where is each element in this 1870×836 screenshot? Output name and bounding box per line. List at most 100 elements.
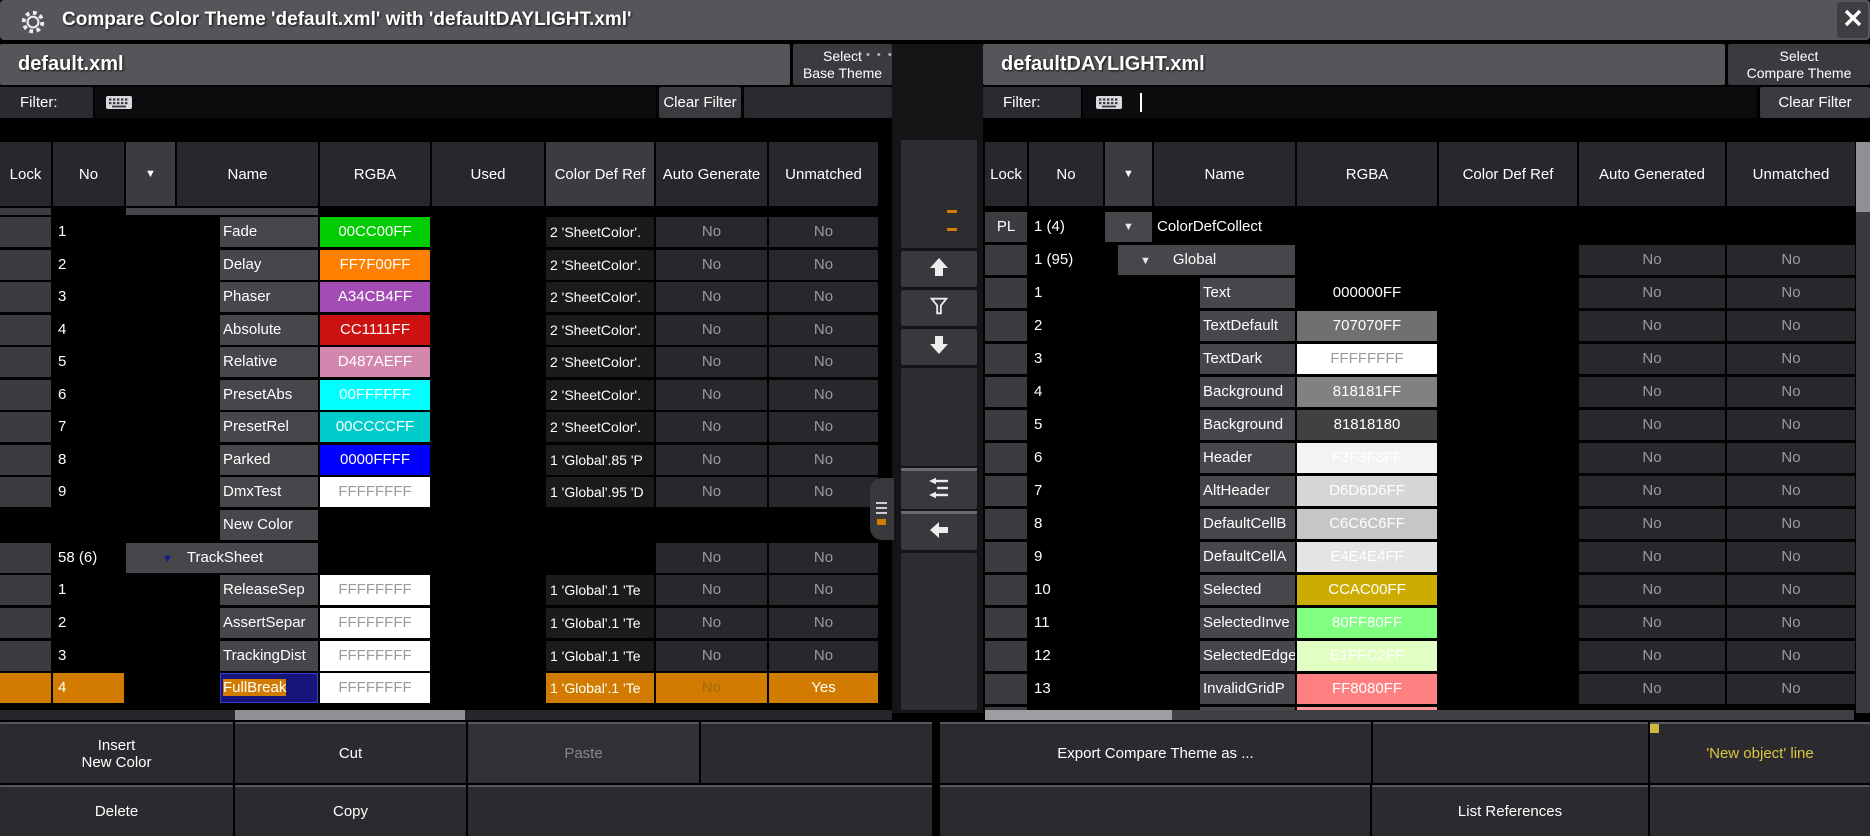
auto-generated-cell[interactable]: No	[1579, 476, 1725, 506]
color-def-ref-cell[interactable]: 2 'SheetColor'.	[546, 315, 654, 345]
auto-generated-cell[interactable]: No	[1579, 410, 1725, 440]
name-cell[interactable]: Phaser	[220, 282, 318, 312]
unmatched-cell[interactable]: No	[1727, 674, 1855, 704]
compare-vscrollbar-thumb[interactable]	[1856, 142, 1870, 212]
paste-button[interactable]: Paste	[468, 722, 699, 783]
lock-cell[interactable]	[985, 674, 1027, 704]
rgba-cell[interactable]: D487AEFF	[320, 347, 430, 377]
compare-col-autogenerated[interactable]: Auto Generated	[1579, 142, 1725, 206]
rgba-cell[interactable]: 818181FF	[1297, 377, 1437, 407]
name-cell[interactable]: Selected	[1200, 575, 1295, 605]
auto-generated-cell[interactable]: No	[656, 641, 767, 671]
rgba-cell[interactable]: CC1111FF	[320, 315, 430, 345]
base-col-no[interactable]: No	[53, 142, 124, 206]
auto-generated-cell[interactable]: No	[656, 543, 767, 573]
new-color-row[interactable]: New Color	[220, 510, 318, 540]
filter-button[interactable]	[901, 290, 977, 326]
name-cell[interactable]: ReleaseSep	[220, 575, 318, 605]
move-up-button[interactable]	[901, 251, 977, 287]
lock-cell[interactable]	[0, 673, 51, 703]
lock-cell[interactable]	[985, 377, 1027, 407]
lock-cell[interactable]	[985, 608, 1027, 638]
name-cell[interactable]: SelectedInve	[1200, 608, 1295, 638]
base-col-lock[interactable]: Lock	[0, 142, 51, 206]
unmatched-cell[interactable]: No	[769, 477, 878, 507]
rgba-cell[interactable]: 81818180	[1297, 410, 1437, 440]
unmatched-cell[interactable]: No	[769, 641, 878, 671]
unmatched-cell[interactable]: No	[1727, 443, 1855, 473]
name-cell[interactable]: TrackingDist	[220, 641, 318, 671]
rgba-cell[interactable]: F3F3F3FF	[1297, 443, 1437, 473]
rgba-cell[interactable]: FFFFFFFF	[1297, 344, 1437, 374]
base-col-filter-dropdown[interactable]: ▼	[126, 142, 175, 206]
rgba-cell[interactable]: FFFFFFFF	[320, 608, 430, 638]
auto-generated-cell[interactable]: No	[1579, 542, 1725, 572]
unmatched-cell[interactable]: No	[769, 543, 878, 573]
auto-generated-cell[interactable]: No	[656, 347, 767, 377]
compare-col-colordefref[interactable]: Color Def Ref	[1439, 142, 1577, 206]
base-col-rgba[interactable]: RGBA	[320, 142, 430, 206]
close-button[interactable]	[1837, 2, 1868, 38]
group-row-global[interactable]: ▼Global	[1118, 245, 1295, 275]
new-object-line-button[interactable]: 'New object' line	[1650, 722, 1870, 783]
list-references-button[interactable]: List References	[1372, 785, 1648, 836]
rgba-cell[interactable]: E4E4E4FF	[1297, 542, 1437, 572]
rgba-cell[interactable]: FFFFFFFF	[320, 641, 430, 671]
base-filter-input[interactable]	[95, 87, 656, 118]
color-def-ref-cell[interactable]: 1 'Global'.1 'Te	[546, 608, 654, 638]
name-cell[interactable]: Background	[1200, 377, 1295, 407]
unmatched-cell[interactable]: No	[1727, 377, 1855, 407]
unmatched-cell[interactable]: No	[1727, 278, 1855, 308]
footer-empty-button[interactable]	[1373, 722, 1648, 783]
unmatched-cell[interactable]: No	[769, 250, 878, 280]
lock-cell[interactable]	[985, 245, 1027, 275]
unmatched-cell[interactable]: No	[1727, 542, 1855, 572]
rgba-cell[interactable]: 707070FF	[1297, 311, 1437, 341]
compare-hscrollbar-thumb[interactable]	[985, 710, 1172, 720]
lock-cell[interactable]	[985, 443, 1027, 473]
name-cell[interactable]: Background	[1200, 410, 1295, 440]
compare-col-no[interactable]: No	[1029, 142, 1103, 206]
name-cell[interactable]: PresetRel	[220, 412, 318, 442]
lock-cell[interactable]	[985, 278, 1027, 308]
unmatched-cell[interactable]: No	[1727, 476, 1855, 506]
color-def-ref-cell[interactable]: 1 'Global'.1 'Te	[546, 575, 654, 605]
unmatched-cell[interactable]: No	[1727, 311, 1855, 341]
color-def-ref-cell[interactable]: 1 'Global'.1 'Te	[546, 673, 654, 703]
partial-row-lock-sliver[interactable]	[0, 208, 51, 215]
name-cell[interactable]: Fade	[220, 217, 318, 247]
unmatched-cell[interactable]: No	[1727, 641, 1855, 671]
lock-cell[interactable]	[0, 575, 51, 605]
rgba-cell[interactable]: FF7F00FF	[320, 250, 430, 280]
unmatched-cell[interactable]: No	[769, 445, 878, 475]
unmatched-cell[interactable]: No	[769, 282, 878, 312]
auto-generated-cell[interactable]: No	[656, 217, 767, 247]
name-cell[interactable]: TextDefault	[1200, 311, 1295, 341]
compare-hscrollbar-track[interactable]	[985, 710, 1854, 720]
auto-generated-cell[interactable]: No	[1579, 311, 1725, 341]
auto-generated-cell[interactable]: No	[656, 445, 767, 475]
export-compare-theme-button[interactable]: Export Compare Theme as ...	[940, 722, 1371, 783]
auto-generated-cell[interactable]: No	[656, 477, 767, 507]
rgba-cell[interactable]: 0000FFFF	[320, 445, 430, 475]
footer-empty-button[interactable]	[1650, 785, 1870, 836]
auto-generated-cell[interactable]: No	[1579, 245, 1725, 275]
unmatched-cell[interactable]: Yes	[769, 673, 878, 703]
name-cell[interactable]: SelectedEdge	[1200, 641, 1295, 671]
rgba-cell[interactable]: FFFFFFFF	[320, 575, 430, 605]
rgba-cell[interactable]: A34CB4FF	[320, 282, 430, 312]
collapse-triangle-icon[interactable]: ▼	[126, 553, 187, 565]
rgba-cell[interactable]: C6C6C6FF	[1297, 509, 1437, 539]
base-clear-filter-button[interactable]: Clear Filter	[659, 87, 741, 118]
name-cell[interactable]: Header	[1200, 443, 1295, 473]
auto-generated-cell[interactable]: No	[656, 380, 767, 410]
lock-cell[interactable]	[985, 410, 1027, 440]
unmatched-cell[interactable]: No	[769, 412, 878, 442]
unmatched-cell[interactable]: No	[1727, 245, 1855, 275]
auto-generated-cell[interactable]: No	[656, 282, 767, 312]
collapse-triangle-icon[interactable]: ▼	[1118, 255, 1173, 267]
name-cell[interactable]: Delay	[220, 250, 318, 280]
base-hscrollbar-track[interactable]	[0, 710, 892, 720]
keyboard-icon[interactable]	[1095, 95, 1123, 115]
base-col-name[interactable]: Name	[177, 142, 318, 206]
